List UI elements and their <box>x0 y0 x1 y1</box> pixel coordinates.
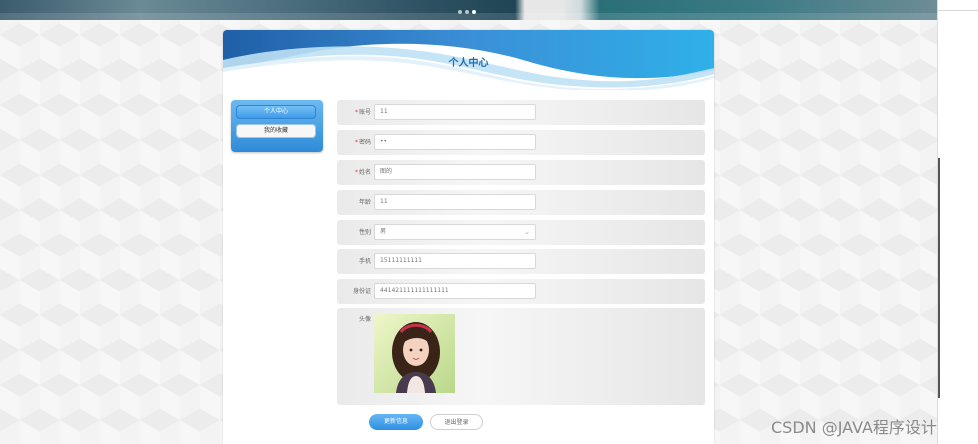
field-label: 姓名 <box>358 169 371 176</box>
password-input[interactable]: •• <box>374 134 536 150</box>
required-marker: * <box>354 109 358 116</box>
form-row-phone: 手机 15111111111 <box>337 249 705 274</box>
field-label: 头像 <box>358 316 371 323</box>
sidebar-item-favorites[interactable]: 我的收藏 <box>236 124 316 138</box>
sidebar-nav: 个人中心 我的收藏 <box>231 100 323 152</box>
form-row-account: *账号 11 <box>337 100 705 125</box>
form-row-avatar: 头像 <box>337 308 705 405</box>
field-label: 身份证 <box>352 288 371 295</box>
carousel-dot-active[interactable] <box>472 10 476 14</box>
gender-select-value: 男 <box>380 228 387 235</box>
required-marker: * <box>354 169 358 176</box>
watermark: CSDN @JAVA程序设计 <box>771 418 937 437</box>
carousel-dot[interactable] <box>465 10 469 14</box>
carousel-dot[interactable] <box>458 10 462 14</box>
avatar-photo <box>374 314 455 393</box>
banner-stripe <box>0 13 937 20</box>
required-marker: * <box>354 139 358 146</box>
chevron-down-icon: ⌄ <box>524 228 530 236</box>
banner-carousel[interactable] <box>0 0 937 20</box>
form-row-gender: 性别 男 ⌄ <box>337 220 705 245</box>
field-label: 手机 <box>358 258 371 265</box>
right-panel <box>937 0 978 444</box>
form-row-name: *姓名 图的 <box>337 160 705 185</box>
carousel-dots <box>458 10 476 14</box>
gender-select[interactable]: 男 ⌄ <box>374 224 536 240</box>
account-input[interactable]: 11 <box>374 104 536 120</box>
name-input[interactable]: 图的 <box>374 164 536 180</box>
form-row-id-card: 身份证 441421111111111111 <box>337 279 705 304</box>
avatar-image[interactable] <box>374 314 455 393</box>
age-input[interactable]: 11 <box>374 194 536 210</box>
right-panel-header <box>938 0 978 11</box>
field-label: 性别 <box>358 229 371 236</box>
field-label: 年龄 <box>358 199 371 206</box>
logout-button[interactable]: 退出登录 <box>430 414 483 430</box>
phone-input[interactable]: 15111111111 <box>374 253 536 269</box>
field-label: 密码 <box>358 139 371 146</box>
form-row-age: 年龄 11 <box>337 190 705 215</box>
profile-card: 个人中心 个人中心 我的收藏 *账号 11 *密码 •• *姓名 图的 年龄 1… <box>223 30 714 444</box>
form-row-password: *密码 •• <box>337 130 705 155</box>
sidebar-item-profile[interactable]: 个人中心 <box>236 105 316 119</box>
scrollbar[interactable] <box>938 158 940 398</box>
update-info-button[interactable]: 更新信息 <box>369 414 423 430</box>
card-header: 个人中心 <box>223 30 714 92</box>
id-card-input[interactable]: 441421111111111111 <box>374 283 536 299</box>
field-label: 账号 <box>358 109 371 116</box>
page-title: 个人中心 <box>448 58 489 69</box>
